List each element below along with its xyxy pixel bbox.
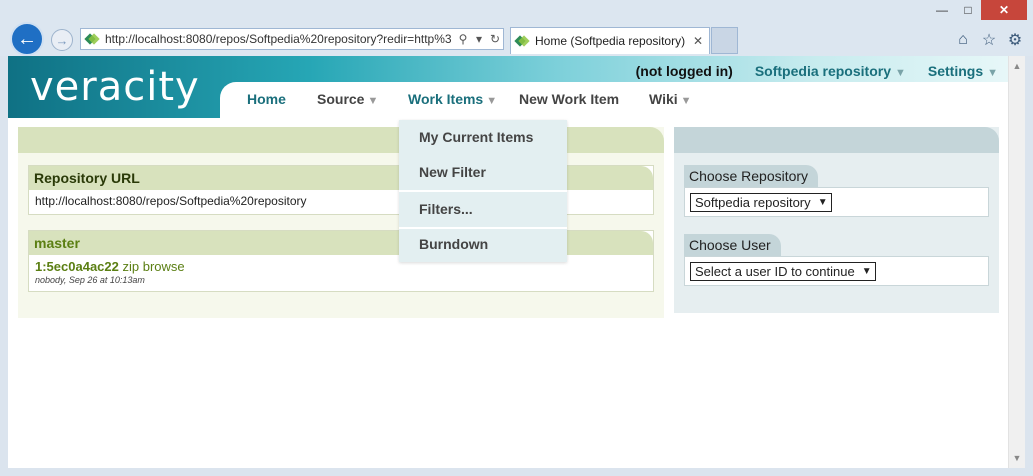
login-status: (not logged in) [635, 63, 733, 79]
nav-source-label: Source [317, 91, 365, 107]
repository-select-value: Softpedia repository [695, 195, 811, 210]
arrow-left-icon: ← [17, 27, 37, 50]
repository-menu[interactable]: Softpedia repository ▼ [755, 63, 906, 79]
address-bar[interactable]: http://localhost:8080/repos/Softpedia%20… [80, 28, 504, 50]
chevron-down-icon: ▼ [861, 266, 872, 277]
user-select-value: Select a user ID to continue [695, 264, 855, 279]
caret-down-icon: ▼ [894, 67, 906, 79]
changeset-meta: nobody, Sep 26 at 10:13am [35, 275, 145, 285]
choose-user-field: Select a user ID to continue ▼ [684, 256, 989, 286]
main-panel-header [18, 127, 664, 153]
header-info: (not logged in) Softpedia repository ▼ Se… [636, 63, 998, 79]
nav-work-items[interactable]: Work Items ▼ [408, 91, 497, 107]
nav-wiki-label: Wiki [649, 91, 678, 107]
menu-item-new-filter[interactable]: New Filter [399, 155, 567, 190]
site-header: veracity (not logged in) Softpedia repos… [8, 56, 1008, 118]
main-nav: Home Source ▼ Work Items ▼ New Work Item W… [220, 82, 1008, 118]
vertical-scrollbar[interactable]: ▲ ▼ [1008, 56, 1025, 468]
tab-favicon-icon [515, 34, 529, 48]
gear-icon[interactable]: ⚙ [1005, 30, 1025, 50]
work-items-dropdown: My Current Items New Filter Filters... B… [399, 120, 567, 262]
site-favicon-icon [85, 32, 99, 46]
browser-tab[interactable]: Home (Softpedia repository) ✕ [510, 27, 710, 54]
window-controls: — □ ✕ [929, 0, 1027, 20]
back-button[interactable]: ← [10, 22, 44, 56]
nav-work-items-label: Work Items [408, 91, 484, 107]
settings-menu-label: Settings [927, 63, 984, 79]
new-tab-button[interactable] [711, 27, 738, 54]
home-icon[interactable]: ⌂ [953, 30, 973, 50]
caret-down-icon: ▼ [486, 95, 498, 107]
nav-home[interactable]: Home [247, 91, 286, 107]
sidebar-panel: Choose Repository Softpedia repository ▼… [674, 127, 999, 313]
tab-title: Home (Softpedia repository) [535, 34, 686, 48]
nav-wiki[interactable]: Wiki ▼ [649, 91, 692, 107]
menu-item-filters[interactable]: Filters... [399, 192, 567, 227]
minimize-button[interactable]: — [929, 0, 955, 20]
caret-down-icon: ▼ [987, 67, 998, 79]
refresh-icon[interactable]: ↻ [487, 32, 503, 46]
scroll-down-icon[interactable]: ▼ [1009, 450, 1025, 466]
main-panel: Repository URL http://localhost:8080/rep… [18, 127, 664, 318]
settings-menu[interactable]: Settings ▼ [928, 63, 998, 79]
tab-close-icon[interactable]: ✕ [693, 34, 703, 48]
repository-menu-label: Softpedia repository [754, 63, 891, 79]
nav-new-work-item[interactable]: New Work Item [519, 91, 619, 107]
browser-window: — □ ✕ ← → http://localhost:8080/repos/So… [0, 0, 1033, 476]
veracity-logo[interactable]: veracity [30, 64, 200, 110]
browser-toolbar: ⌂ ☆ ⚙ [953, 30, 1025, 50]
choose-repository-field: Softpedia repository ▼ [684, 187, 989, 217]
changeset-link[interactable]: 1:5ec0a4ac22 [35, 259, 119, 274]
caret-down-icon: ▼ [680, 95, 692, 107]
choose-user-label: Choose User [684, 234, 781, 256]
user-select[interactable]: Select a user ID to continue ▼ [690, 262, 876, 281]
repository-select[interactable]: Softpedia repository ▼ [690, 193, 832, 212]
caret-down-icon: ▼ [367, 95, 379, 107]
scroll-up-icon[interactable]: ▲ [1009, 58, 1025, 74]
maximize-button[interactable]: □ [955, 0, 981, 20]
chevron-down-icon: ▼ [817, 197, 828, 208]
menu-item-my-current-items[interactable]: My Current Items [399, 120, 567, 155]
browse-link[interactable]: browse [143, 259, 185, 274]
arrow-right-icon: → [55, 32, 69, 48]
nav-source[interactable]: Source ▼ [317, 91, 378, 107]
browser-titlebar: — □ ✕ ← → http://localhost:8080/repos/So… [0, 0, 1033, 56]
dropdown-arrow-icon[interactable]: ▾ [471, 32, 487, 46]
address-text[interactable]: http://localhost:8080/repos/Softpedia%20… [105, 32, 455, 46]
forward-button[interactable]: → [51, 29, 73, 51]
zip-link[interactable]: zip [122, 259, 139, 274]
menu-item-burndown[interactable]: Burndown [399, 227, 567, 262]
page-viewport: veracity (not logged in) Softpedia repos… [8, 56, 1025, 468]
close-button[interactable]: ✕ [981, 0, 1027, 20]
search-icon[interactable]: ⚲ [455, 32, 471, 46]
star-icon[interactable]: ☆ [979, 30, 999, 50]
choose-repository-label: Choose Repository [684, 165, 819, 187]
sidebar-panel-header [674, 127, 999, 153]
